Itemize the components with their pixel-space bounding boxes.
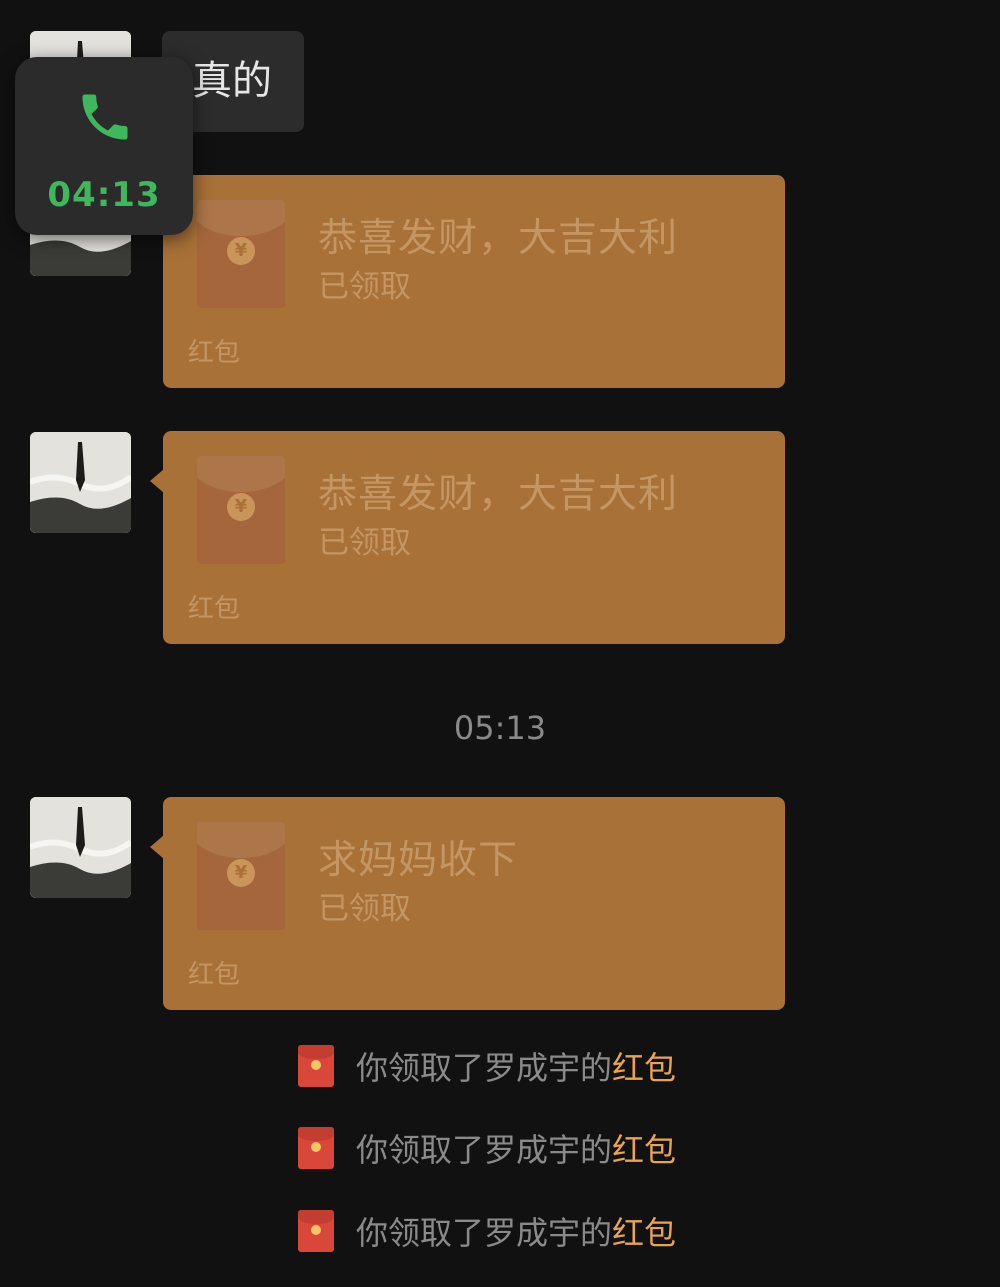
red-packet-status: 已领取 — [318, 891, 411, 927]
red-packet-link[interactable]: 红包 — [612, 1125, 676, 1171]
notice-text: 你领取了罗成宇的 — [356, 1131, 613, 1169]
system-notice: 你领取了罗成宇的 红包 — [298, 1045, 676, 1087]
notice-text: 你领取了罗成宇的 — [356, 1049, 613, 1087]
red-packet-icon — [298, 1127, 334, 1169]
red-packet-link[interactable]: 红包 — [612, 1208, 676, 1254]
message-text: 真的 — [192, 58, 272, 104]
sender-avatar[interactable] — [30, 432, 131, 533]
chat-timestamp: 05:13 — [453, 709, 547, 747]
red-packet-status: 已领取 — [318, 269, 411, 305]
red-packet-message[interactable]: ¥ 求妈妈收下 已领取 红包 — [150, 797, 785, 1010]
red-packet-footer: 红包 — [188, 960, 241, 990]
phone-icon — [82, 94, 128, 140]
call-duration: 04:13 — [47, 175, 161, 215]
avatar-image — [30, 432, 131, 533]
sender-avatar[interactable] — [30, 797, 131, 898]
system-notice: 你领取了罗成宇的 红包 — [298, 1210, 676, 1252]
red-packet-icon — [298, 1210, 334, 1252]
red-packet-title: 恭喜发财，大吉大利 — [318, 216, 679, 261]
red-packet-message[interactable]: ¥ 恭喜发财，大吉大利 已领取 红包 — [150, 431, 785, 644]
floating-call-window[interactable]: 04:13 — [15, 57, 193, 235]
red-packet-title: 恭喜发财，大吉大利 — [318, 472, 679, 517]
red-packet-title: 求妈妈收下 — [318, 838, 519, 883]
avatar-image — [30, 797, 131, 898]
red-packet-link[interactable]: 红包 — [612, 1043, 676, 1089]
red-packet-message[interactable]: ¥ 恭喜发财，大吉大利 已领取 红包 — [163, 175, 785, 388]
red-packet-status: 已领取 — [318, 525, 411, 561]
chat-page: 真的 ¥ 恭喜发财，大吉大利 已领取 红包 ¥ 恭喜发财，大吉大利 已领取 红包… — [0, 0, 1000, 1287]
red-envelope-icon: ¥ — [197, 822, 285, 930]
red-envelope-icon: ¥ — [197, 456, 285, 564]
red-packet-icon — [298, 1045, 334, 1087]
system-notice: 你领取了罗成宇的 红包 — [298, 1127, 676, 1169]
red-envelope-icon: ¥ — [197, 200, 285, 308]
notice-text: 你领取了罗成宇的 — [356, 1214, 613, 1252]
red-packet-footer: 红包 — [188, 338, 241, 368]
red-packet-footer: 红包 — [188, 594, 241, 624]
